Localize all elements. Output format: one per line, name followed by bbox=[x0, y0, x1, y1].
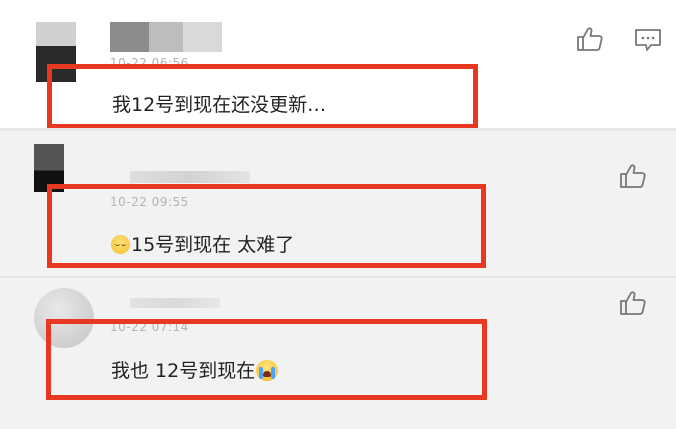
username-blurred[interactable] bbox=[130, 171, 250, 183]
comment-icon[interactable] bbox=[634, 27, 662, 53]
thumbs-up-icon[interactable] bbox=[619, 290, 647, 316]
thumbs-up-icon[interactable] bbox=[619, 163, 647, 189]
comment-feed: 10-22 06:56 我12号到现在还没更新… 10-22 09:55 15号… bbox=[0, 0, 676, 429]
comment-item: 10-22 07:14 我也 12号到现在 bbox=[0, 278, 676, 429]
comment-item: 10-22 06:56 我12号到现在还没更新… bbox=[0, 0, 676, 129]
username-blurred[interactable] bbox=[130, 298, 220, 308]
comment-item: 10-22 09:55 15号到现在 太难了 bbox=[0, 131, 676, 276]
username-blurred[interactable] bbox=[110, 22, 222, 52]
highlight-box bbox=[47, 184, 486, 268]
highlight-box bbox=[47, 64, 478, 129]
highlight-box bbox=[46, 319, 487, 400]
thumbs-up-icon[interactable] bbox=[576, 26, 604, 52]
